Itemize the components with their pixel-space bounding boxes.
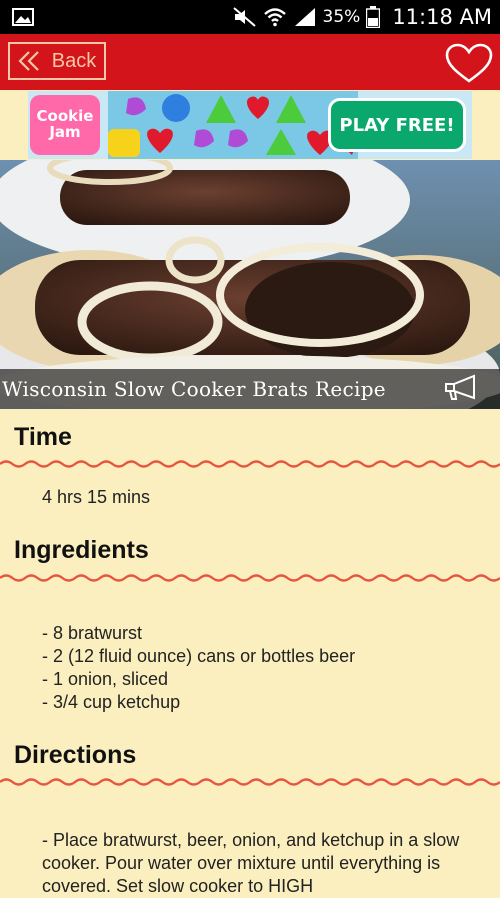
list-item: - 3/4 cup ketchup — [42, 692, 181, 712]
ad-banner[interactable]: Cookie Jam PLAY FREE! — [28, 91, 472, 159]
mute-icon — [232, 7, 256, 27]
list-item: - 2 (12 fluid ounce) cans or bottles bee… — [42, 646, 356, 666]
double-chevron-left-icon — [18, 51, 39, 71]
app-bar: Back — [0, 34, 500, 90]
ingredients-list: - 8 bratwurst - 2 (12 fluid ounce) cans … — [42, 622, 355, 714]
time-heading: Time — [14, 423, 72, 451]
recipe-title-bar: Wisconsin Slow Cooker Brats Recipe — [0, 369, 500, 409]
back-button[interactable]: Back — [8, 42, 106, 80]
favorite-heart-icon[interactable] — [444, 43, 494, 83]
wifi-icon — [263, 8, 286, 27]
ingredients-heading: Ingredients — [14, 536, 149, 564]
clock: 11:18 AM — [392, 5, 492, 29]
section-divider — [0, 460, 500, 468]
signal-icon — [294, 8, 315, 26]
status-bar: 35% 11:18 AM — [0, 0, 500, 34]
gallery-icon — [12, 8, 34, 26]
candy-grid-image — [108, 91, 358, 159]
time-value: 4 hrs 15 mins — [42, 487, 151, 507]
back-label: Back — [51, 49, 97, 72]
battery-icon — [366, 6, 381, 28]
ad-play-button[interactable]: PLAY FREE! — [328, 98, 466, 152]
directions-text: - Place bratwurst, beer, onion, and ketc… — [42, 830, 460, 896]
section-divider — [0, 778, 500, 786]
directions-heading: Directions — [14, 741, 137, 769]
recipe-title: Wisconsin Slow Cooker Brats Recipe — [2, 377, 386, 401]
ad-brand-logo: Cookie Jam — [30, 95, 100, 155]
list-item: - 8 bratwurst — [42, 623, 143, 643]
section-divider — [0, 574, 500, 582]
battery-percent: 35% — [322, 7, 361, 27]
megaphone-icon[interactable] — [442, 373, 482, 403]
list-item: - 1 onion, sliced — [42, 669, 169, 689]
